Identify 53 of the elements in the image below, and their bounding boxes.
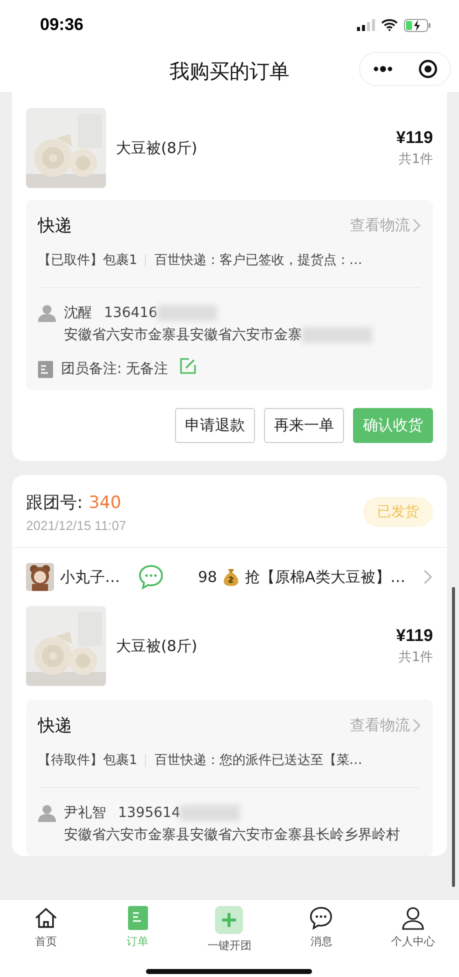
chevron-icon (412, 718, 421, 733)
recipient-name: 尹礼智 (64, 805, 106, 821)
chevron-icon (412, 218, 421, 233)
battery-icon (404, 18, 431, 32)
more-icon[interactable] (372, 66, 392, 72)
person-icon (38, 804, 56, 822)
document-icon (128, 906, 148, 930)
person-icon (38, 304, 56, 322)
action-button[interactable]: 再来一单 (264, 408, 344, 443)
item-count: 共1件 (398, 151, 433, 168)
blurred-redaction (180, 804, 240, 821)
close-icon[interactable] (418, 59, 438, 79)
order-date: 2021/12/15 11:07 (26, 518, 126, 533)
wifi-icon (381, 19, 398, 31)
parcel-status: 【待取件】包裹1 (38, 752, 138, 769)
status-time: 09:36 (40, 15, 84, 35)
home-icon (34, 906, 58, 930)
plus-icon (215, 906, 244, 934)
item-count: 共1件 (398, 649, 433, 666)
tab-bar-item[interactable]: 首页 (0, 900, 92, 977)
logistics-title: 快递 (38, 715, 72, 737)
recipient-name: 沈醒 (64, 305, 92, 321)
action-button[interactable]: 申请退款 (175, 408, 255, 443)
group-price: 98 (198, 568, 218, 586)
group-number-label: 跟团号: (26, 493, 83, 513)
status-badge: 已发货 (363, 497, 433, 527)
money-bag-icon (223, 568, 240, 586)
blurred-redaction (157, 304, 218, 321)
tab-bar-item[interactable]: 个人中心 (367, 900, 459, 977)
note-icon (38, 361, 53, 378)
product-price: ¥119 (396, 128, 433, 148)
product-name: 大豆被(8斤) (116, 636, 198, 656)
leader-name: 小丸子… (60, 568, 121, 586)
person-icon (401, 906, 426, 930)
chevron-icon (423, 569, 433, 585)
parcel-status: 【已取件】包裹1 (38, 252, 138, 269)
chat-icon[interactable] (309, 906, 334, 930)
member-note: 团员备注: 无备注 (61, 360, 168, 379)
tracking-detail: 百世快递：您的派件已送达至【菜… (154, 752, 362, 769)
recipient-address: 安徽省六安市金寨县安徽省六安市金寨 (64, 327, 302, 343)
page-title: 我购买的订单 (170, 58, 290, 84)
recipient-phone: 1395614 (118, 805, 180, 821)
signal-icon (357, 19, 375, 31)
group-number: 340 (88, 493, 122, 513)
recipient-phone: 136416 (104, 305, 158, 321)
tab-bar-item[interactable]: 消息 (275, 900, 368, 977)
group-title: 抢【原棉A类大豆被】… (245, 568, 406, 586)
blurred-redaction (302, 326, 372, 343)
product-name: 大豆被(8斤) (116, 138, 198, 158)
logistics-title: 快递 (38, 215, 72, 237)
tracking-detail: 百世快递：客户已签收，提货点：… (154, 252, 362, 269)
recipient-address: 安徽省六安市金寨县安徽省六安市金寨县长岭乡界岭村 (64, 827, 400, 843)
product-price: ¥119 (396, 626, 433, 646)
